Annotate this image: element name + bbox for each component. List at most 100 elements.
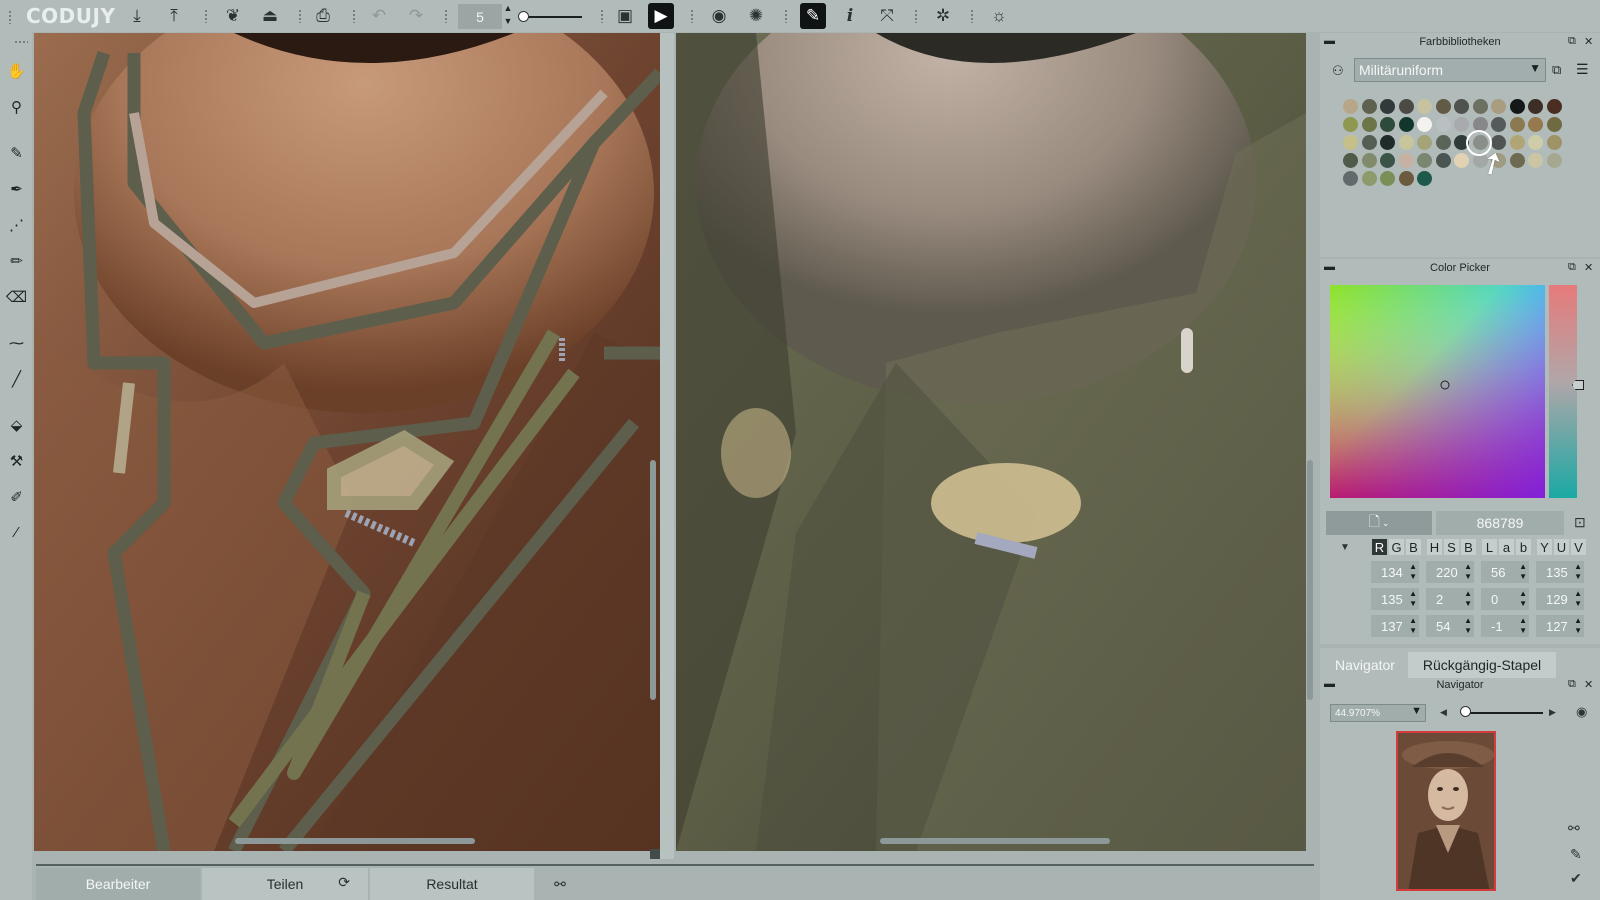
tab-result[interactable]: Resultat	[370, 868, 534, 900]
float-icon[interactable]: ⧉	[1568, 261, 1576, 274]
color-swatch[interactable]	[1509, 99, 1525, 114]
channel-letter-b[interactable]: B	[1461, 539, 1476, 555]
toolbar-grip[interactable]	[914, 9, 918, 23]
channel-value-field[interactable]: 137 ▲ ▼	[1371, 615, 1419, 637]
color-swatch[interactable]	[1361, 153, 1377, 168]
import-icon[interactable]: ⤓	[124, 3, 150, 29]
close-icon[interactable]: ✕	[1584, 261, 1593, 274]
edit-pencil-icon[interactable]: ✎	[1570, 846, 1582, 863]
channel-value-field[interactable]: 56 ▲ ▼	[1481, 561, 1529, 583]
editor-hscrollbar[interactable]	[235, 838, 475, 844]
zoom-in-icon[interactable]: ▶	[1549, 707, 1556, 718]
stamp-icon[interactable]: ⚒	[4, 448, 29, 473]
channel-letter-u[interactable]: U	[1554, 539, 1569, 555]
float-icon[interactable]: ⧉	[1568, 678, 1576, 691]
smudge-icon[interactable]: ⁓	[4, 330, 29, 355]
channel-letter-b[interactable]: B	[1406, 539, 1421, 555]
line-icon[interactable]: ╱	[4, 366, 29, 391]
color-dropper-icon[interactable]: ✐	[4, 484, 29, 509]
channel-value-field[interactable]: 127 ▲ ▼	[1536, 615, 1584, 637]
color-swatch[interactable]	[1528, 117, 1543, 132]
editor-canvas[interactable]	[34, 33, 660, 851]
close-icon[interactable]: ✕	[1584, 35, 1593, 48]
color-swatch[interactable]	[1509, 135, 1525, 150]
channel-value-field[interactable]: 135 ▲ ▼	[1536, 561, 1584, 583]
stepper-icon[interactable]: ▲ ▼	[1464, 589, 1472, 609]
zoom-icon[interactable]: ⚲	[4, 94, 29, 119]
toolbar-grip[interactable]	[8, 10, 12, 24]
color-swatch[interactable]	[1435, 117, 1451, 132]
compare-split-icon[interactable]: ⚯	[1568, 820, 1580, 837]
channel-value-field[interactable]: 134 ▲ ▼	[1371, 561, 1419, 583]
channel-value-field[interactable]: 220 ▲ ▼	[1426, 561, 1474, 583]
stepper-icon[interactable]: ▲ ▼	[1464, 616, 1472, 636]
color-swatch[interactable]	[1398, 153, 1414, 168]
color-swatch[interactable]	[1343, 171, 1358, 186]
color-swatch[interactable]	[1454, 153, 1469, 168]
stepper-icon[interactable]: ▲ ▼	[1519, 589, 1527, 609]
redo-icon[interactable]: ↷	[403, 3, 429, 29]
tab-undo-stack[interactable]: Rückgängig-Stapel	[1408, 652, 1556, 678]
color-swatch[interactable]	[1435, 99, 1451, 114]
toolbar-grip[interactable]	[352, 9, 356, 23]
eraser-icon[interactable]: ⌫	[4, 284, 29, 309]
color-swatch[interactable]	[1398, 117, 1414, 132]
toolbar-grip[interactable]	[784, 9, 788, 23]
print-icon[interactable]: ⎙	[310, 3, 336, 29]
color-swatch[interactable]	[1491, 117, 1506, 132]
stepper-icon[interactable]: ▲ ▼	[1409, 616, 1417, 636]
channel-value-field[interactable]: 129 ▲ ▼	[1536, 588, 1584, 610]
channel-value-field[interactable]: -1 ▲ ▼	[1481, 615, 1529, 637]
library-select[interactable]: Militäruniform ▼	[1354, 58, 1546, 82]
fill-bucket-icon[interactable]: ⬙	[4, 412, 29, 437]
tab-navigator[interactable]: Navigator	[1324, 652, 1406, 678]
channel-letter-r[interactable]: R	[1372, 539, 1387, 555]
fullscreen-icon[interactable]: ⤧	[874, 3, 900, 29]
color-swatch[interactable]	[1454, 99, 1469, 114]
pencil-icon[interactable]: ✏	[4, 248, 29, 273]
color-swatch[interactable]	[1546, 117, 1562, 132]
eye-icon[interactable]: ◉	[706, 3, 732, 29]
menu-icon[interactable]: ☰	[1576, 61, 1589, 78]
channel-letter-h[interactable]: H	[1427, 539, 1442, 555]
color-swatch[interactable]	[1361, 171, 1377, 186]
close-icon[interactable]: ✕	[1584, 678, 1593, 691]
brush-size-stepper[interactable]: ▲ ▼	[502, 2, 514, 30]
color-swatch[interactable]	[1435, 135, 1451, 150]
hue-slider[interactable]	[1549, 285, 1577, 498]
color-swatch[interactable]	[1435, 153, 1451, 168]
color-swatch[interactable]	[1528, 153, 1543, 168]
toolbar-grip[interactable]	[204, 9, 208, 23]
channel-value-field[interactable]: 0 ▲ ▼	[1481, 588, 1529, 610]
navigator-thumbnail[interactable]	[1396, 731, 1496, 891]
toolbar-grip[interactable]	[14, 40, 28, 44]
channel-value-field[interactable]: 135 ▲ ▼	[1371, 588, 1419, 610]
compare-split-icon[interactable]: ⚯	[540, 868, 580, 900]
channel-letter-v[interactable]: V	[1571, 539, 1586, 555]
result-hscrollbar[interactable]	[880, 838, 1110, 844]
external-link-icon[interactable]: ⧉	[1552, 62, 1561, 78]
color-swatch[interactable]	[1343, 135, 1358, 150]
brush-icon[interactable]: ✎	[4, 140, 29, 165]
stepper-icon[interactable]: ▲ ▼	[1464, 562, 1472, 582]
color-swatch[interactable]	[1509, 153, 1525, 168]
color-swatch[interactable]	[1417, 171, 1432, 186]
pen-icon[interactable]: ✒	[4, 176, 29, 201]
preview-eye-icon[interactable]: ◉	[1576, 704, 1587, 720]
zoom-slider-knob[interactable]	[1460, 706, 1471, 717]
stepper-icon[interactable]: ▲ ▼	[1409, 589, 1417, 609]
color-swatch[interactable]	[1528, 99, 1543, 114]
toolbar-grip[interactable]	[690, 9, 694, 23]
color-swatch[interactable]	[1361, 135, 1377, 150]
brush-size-slider[interactable]	[522, 16, 582, 18]
channel-value-field[interactable]: 2 ▲ ▼	[1426, 588, 1474, 610]
toolbar-grip[interactable]	[444, 9, 448, 23]
brush-size-field[interactable]: 5	[458, 4, 502, 29]
channel-letter-y[interactable]: Y	[1537, 539, 1552, 555]
expand-toggle-icon[interactable]: ▼	[1340, 542, 1350, 553]
play-film-icon[interactable]: ▣	[612, 3, 638, 29]
hand-icon[interactable]: ✋	[4, 58, 29, 83]
export-icon[interactable]: ⤒	[161, 3, 187, 29]
color-swatch[interactable]	[1417, 117, 1432, 132]
float-icon[interactable]: ⧉	[1568, 35, 1576, 48]
